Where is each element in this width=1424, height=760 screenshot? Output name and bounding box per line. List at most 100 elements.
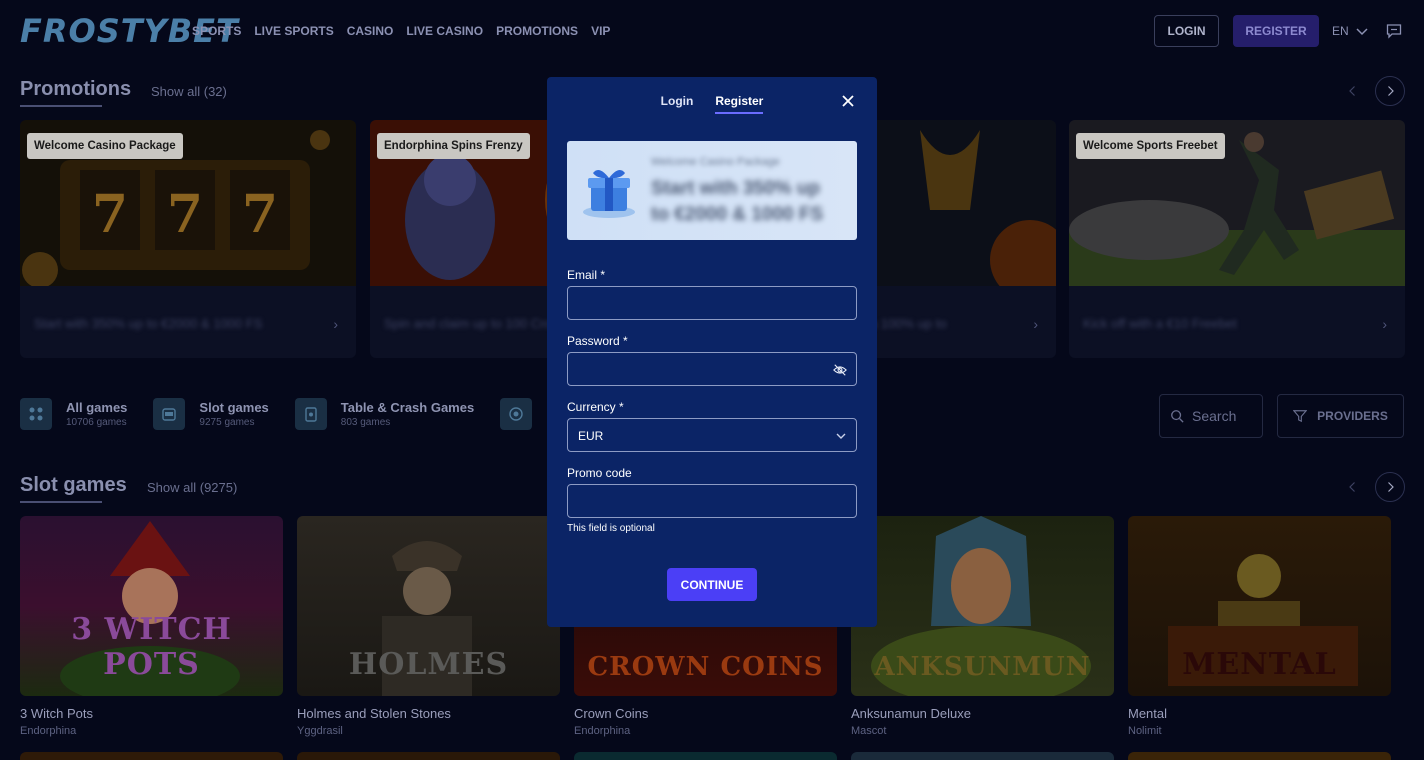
game-provider: Nolimit xyxy=(1128,725,1162,737)
game-thumbnail: 3 WITCH POTS xyxy=(20,516,283,696)
currency-label: Currency * xyxy=(567,400,624,414)
password-input[interactable] xyxy=(568,353,856,385)
promo-code-field[interactable] xyxy=(567,484,857,518)
language-label: EN xyxy=(1332,24,1349,38)
game-card-partial[interactable] xyxy=(574,752,837,760)
chevron-down-icon xyxy=(836,433,846,439)
chevron-right-icon: › xyxy=(1382,316,1387,332)
eye-off-icon[interactable] xyxy=(833,363,847,377)
game-card[interactable]: HOLMES Holmes and Stolen Stones Yggdrasi… xyxy=(297,516,560,737)
category-all-games[interactable]: All games 10706 games xyxy=(20,398,127,430)
email-label: Email * xyxy=(567,268,606,282)
game-provider: Endorphina xyxy=(574,725,631,737)
svg-text:7: 7 xyxy=(167,184,203,245)
nav-vip[interactable]: VIP xyxy=(591,24,610,38)
filter-icon xyxy=(1293,410,1308,423)
game-art-title: ANKSUNMUN xyxy=(874,652,1091,682)
promo-text: Start with 350% up to €2000 & 1000 FS xyxy=(34,316,263,331)
category-count: 803 games xyxy=(340,417,391,428)
search-placeholder: Search xyxy=(1192,408,1237,424)
promotions-title: Promotions xyxy=(20,78,132,107)
game-provider: Mascot xyxy=(851,725,887,737)
nav-live-sports[interactable]: LIVE SPORTS xyxy=(254,24,333,38)
game-art-title: HOLMES xyxy=(348,647,509,682)
game-name: Anksunamun Deluxe xyxy=(851,706,971,721)
chevron-down-icon xyxy=(1356,28,1368,36)
grid-icon xyxy=(20,398,52,430)
nav-promotions[interactable]: PROMOTIONS xyxy=(496,24,578,38)
category-table-crash-games[interactable]: Table & Crash Games 803 games xyxy=(294,398,475,430)
game-name: Crown Coins xyxy=(574,706,649,721)
promo-tag: Welcome Casino Package xyxy=(27,133,183,159)
modal-tabs: Login Register xyxy=(547,94,877,114)
cards-icon xyxy=(294,398,327,430)
promo-text: Kick off with a €10 Freebet xyxy=(1083,316,1237,331)
promo-card[interactable]: Welcome Sports Freebet Kick off with a €… xyxy=(1069,120,1405,358)
search-icon xyxy=(1171,410,1184,423)
game-card-partial[interactable] xyxy=(851,752,1114,760)
promotions-next-arrow[interactable] xyxy=(1375,76,1405,106)
nav-live-casino[interactable]: LIVE CASINO xyxy=(406,24,483,38)
category-roulette[interactable] xyxy=(500,398,533,430)
game-thumbnail: ANKSUNMUN xyxy=(851,516,1114,696)
promo-tag: Endorphina Spins Frenzy xyxy=(377,133,530,159)
banner-headline: Start with 350% up to €2000 & 1000 FS xyxy=(651,178,824,225)
currency-select[interactable]: EUR xyxy=(567,418,857,452)
nav-sports[interactable]: SPORTS xyxy=(192,24,241,38)
nav-casino[interactable]: CASINO xyxy=(347,24,394,38)
slot-games-show-all-link[interactable]: Show all (9275) xyxy=(147,480,237,495)
game-card[interactable]: ANKSUNMUN Anksunamun Deluxe Mascot xyxy=(851,516,1114,737)
promo-card[interactable]: 7 7 7 Welcome Casino Package Start with … xyxy=(20,120,356,358)
slot-machine-icon xyxy=(153,398,186,430)
close-icon[interactable] xyxy=(840,93,856,109)
promo-code-input[interactable] xyxy=(568,485,856,517)
game-card-partial[interactable] xyxy=(1128,752,1391,760)
game-card[interactable]: 3 WITCH POTS 3 Witch Pots Endorphina xyxy=(20,516,283,737)
chevron-right-icon: › xyxy=(1033,316,1038,332)
game-card-partial[interactable] xyxy=(297,752,560,760)
game-provider: Endorphina xyxy=(20,725,77,737)
promotions-show-all-link[interactable]: Show all (32) xyxy=(151,84,227,99)
chat-icon[interactable] xyxy=(1386,23,1402,39)
category-count: 10706 games xyxy=(66,417,127,428)
password-label: Password * xyxy=(567,334,628,348)
category-slot-games[interactable]: Slot games 9275 games xyxy=(153,398,269,430)
tab-register[interactable]: Register xyxy=(715,94,764,114)
welcome-banner: Welcome Casino Package Start with 350% u… xyxy=(567,141,857,240)
slot-games-prev-arrow[interactable] xyxy=(1345,479,1361,495)
game-name: Holmes and Stolen Stones xyxy=(297,706,451,721)
chevron-right-icon: › xyxy=(333,316,338,332)
language-selector[interactable]: EN xyxy=(1332,24,1369,38)
game-card[interactable]: MENTAL Mental Nolimit xyxy=(1128,516,1391,737)
tab-login[interactable]: Login xyxy=(661,94,694,114)
register-modal: Login Register Welcome Casino Package St… xyxy=(547,77,877,627)
providers-button[interactable]: PROVIDERS xyxy=(1277,394,1404,438)
email-input[interactable] xyxy=(568,287,856,319)
category-name: Slot games xyxy=(199,400,269,415)
header-login-button[interactable]: LOGIN xyxy=(1154,15,1219,47)
game-art-title: MENTAL xyxy=(1182,647,1337,682)
game-card-partial[interactable] xyxy=(20,752,283,760)
game-art-title: 3 WITCH POTS xyxy=(71,612,232,682)
gift-icon xyxy=(583,169,635,218)
email-field[interactable] xyxy=(567,286,857,320)
promo-code-hint: This field is optional xyxy=(567,523,655,534)
game-name: Mental xyxy=(1128,706,1168,721)
header-register-button[interactable]: REGISTER xyxy=(1233,15,1319,47)
game-thumbnail: HOLMES xyxy=(297,516,560,696)
promo-code-label: Promo code xyxy=(567,466,632,480)
game-art-title: CROWN COINS xyxy=(587,652,824,682)
promotions-prev-arrow[interactable] xyxy=(1345,83,1361,99)
slot-games-next-arrow[interactable] xyxy=(1375,472,1405,502)
promo-tag: Welcome Sports Freebet xyxy=(1076,133,1225,159)
category-name: All games xyxy=(66,400,128,415)
continue-button[interactable]: CONTINUE xyxy=(667,568,757,601)
banner-subtitle: Welcome Casino Package xyxy=(651,156,780,168)
game-search-input[interactable]: Search xyxy=(1159,394,1263,438)
currency-value: EUR xyxy=(578,429,604,443)
top-bar: FROSTYBET SPORTS LIVE SPORTS CASINO LIVE… xyxy=(0,0,1424,62)
main-nav: SPORTS LIVE SPORTS CASINO LIVE CASINO PR… xyxy=(192,24,610,38)
providers-label: PROVIDERS xyxy=(1317,409,1388,423)
category-name: Table & Crash Games xyxy=(340,400,475,415)
password-field[interactable] xyxy=(567,352,857,386)
